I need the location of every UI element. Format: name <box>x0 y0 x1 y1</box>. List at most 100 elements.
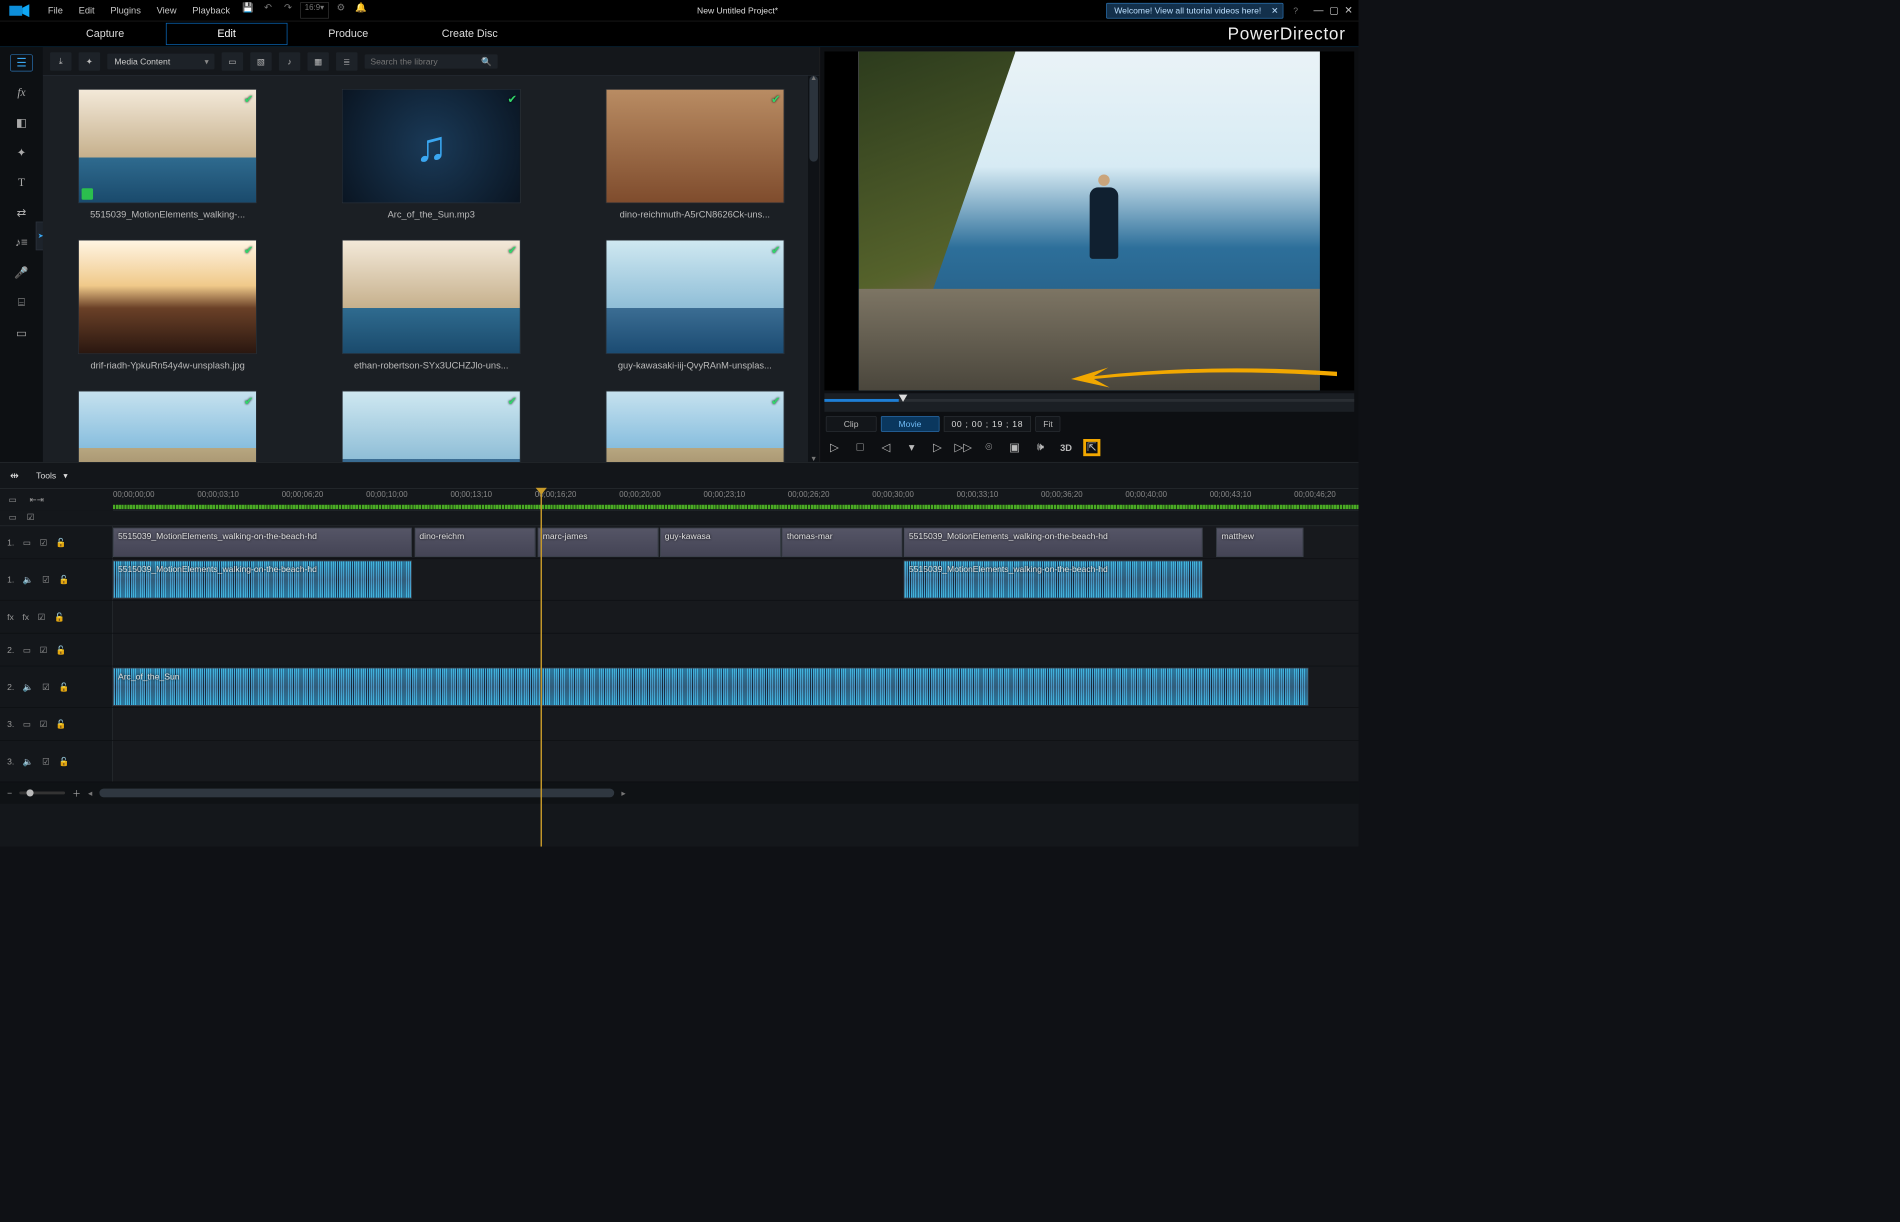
close-icon[interactable]: ✕ <box>1271 5 1278 15</box>
library-item[interactable]: ✔ <box>316 390 545 461</box>
transition-room-icon[interactable]: ⇄ <box>10 204 33 221</box>
menu-view[interactable]: View <box>151 2 182 18</box>
track-header[interactable]: 1.▭☑🔓 <box>0 526 113 558</box>
grid-view-icon[interactable]: ▦ <box>307 52 328 71</box>
menu-edit[interactable]: Edit <box>73 2 100 18</box>
global-view-icon[interactable]: ▭ <box>9 512 17 524</box>
track-enable-icon[interactable]: ☑ <box>42 756 50 766</box>
timeline-ruler[interactable]: ▭ ⇤⇥ 00;00;00;0000;00;03;1000;00;06;2000… <box>0 489 1359 510</box>
timeline-clip[interactable]: dino-reichm <box>414 528 535 557</box>
mode-create-disc[interactable]: Create Disc <box>409 24 531 45</box>
help-icon[interactable]: ? <box>1288 5 1304 15</box>
track-enable-icon[interactable]: ☑ <box>42 575 50 585</box>
track-lane[interactable]: Arc_of_the_Sun <box>113 666 1359 707</box>
aspect-icon[interactable]: 16:9▾ <box>300 2 329 18</box>
import-media-icon[interactable]: ⤓ <box>50 52 71 71</box>
timeline-clip[interactable]: 5515039_MotionElements_walking-on-the-be… <box>904 561 1203 599</box>
title-room-icon[interactable]: T <box>10 174 33 191</box>
zoom-slider[interactable] <box>19 792 65 795</box>
track-lock-icon[interactable]: 🔓 <box>56 645 67 655</box>
preview-mode-movie[interactable]: Movie <box>881 416 940 432</box>
track-lock-icon[interactable]: 🔓 <box>58 756 69 766</box>
maximize-icon[interactable]: ▢ <box>1329 4 1338 16</box>
track-lane[interactable]: 5515039_MotionElements_walking-on-the-be… <box>113 526 1359 558</box>
volume-icon[interactable]: 🕪 <box>1032 439 1049 456</box>
global-check-icon[interactable]: ☑ <box>27 512 35 524</box>
timeline-clip[interactable]: 5515039_MotionElements_walking-on-the-be… <box>904 528 1203 557</box>
track-lane[interactable] <box>113 708 1359 740</box>
library-item[interactable]: ✔dino-reichmuth-A5rCN8626Ck-uns... <box>580 89 809 220</box>
prev-frame-icon[interactable]: ◁ <box>877 439 894 456</box>
track-lane[interactable] <box>113 633 1359 665</box>
timeline-clip[interactable]: marc-james <box>538 528 659 557</box>
settings-icon[interactable]: ⚙ <box>333 2 349 18</box>
filter-image-icon[interactable]: ▧ <box>250 52 271 71</box>
track-lane[interactable] <box>113 741 1359 782</box>
set-range-icon[interactable]: ▾ <box>903 439 920 456</box>
hscroll-right-icon[interactable]: ▸ <box>621 788 625 798</box>
hscroll-left-icon[interactable]: ◂ <box>88 788 92 798</box>
preview-mode-clip[interactable]: Clip <box>826 416 877 432</box>
marker-strip[interactable] <box>113 505 1359 509</box>
timeline-hscroll[interactable] <box>99 789 614 798</box>
scroll-up-icon[interactable]: ▲ <box>808 74 819 82</box>
undock-preview-icon[interactable]: ⇱ <box>1083 439 1100 456</box>
scroll-down-icon[interactable]: ▼ <box>808 455 819 463</box>
track-lock-icon[interactable]: 🔓 <box>56 537 67 547</box>
menu-plugins[interactable]: Plugins <box>105 2 147 18</box>
timeline-clip[interactable]: guy-kawasa <box>660 528 781 557</box>
track-lock-icon[interactable]: 🔓 <box>56 719 67 729</box>
timeline-clip[interactable]: 5515039_MotionElements_walking-on-the-be… <box>113 528 412 557</box>
library-filter-dropdown[interactable]: Media Content <box>107 53 214 69</box>
track-enable-icon[interactable]: ☑ <box>40 645 48 655</box>
preview-scrubber[interactable] <box>824 393 1354 412</box>
undo-icon[interactable]: ↶ <box>260 2 276 18</box>
timeline-clip[interactable]: Arc_of_the_Sun <box>113 668 1309 706</box>
track-header[interactable]: fxfx☑🔓 <box>0 601 113 633</box>
chapter-room-icon[interactable]: ⌸ <box>10 295 33 312</box>
library-item[interactable]: ✔5515039_MotionElements_walking-... <box>53 89 282 220</box>
track-header[interactable]: 1.🔈☑🔓 <box>0 559 113 600</box>
voice-room-icon[interactable]: 🎤 <box>10 265 33 282</box>
track-enable-icon[interactable]: ☑ <box>38 612 46 622</box>
save-icon[interactable]: 💾 <box>240 2 256 18</box>
tools-dropdown[interactable]: Tools ▾ <box>36 470 67 480</box>
ruler-toggle-a-icon[interactable]: ▭ <box>9 495 17 505</box>
fast-forward-icon[interactable]: ▷▷ <box>955 439 972 456</box>
plugins-icon[interactable]: ✦ <box>79 52 100 71</box>
pip-room-icon[interactable]: ◧ <box>10 114 33 131</box>
media-room-icon[interactable]: ☰ <box>10 54 33 71</box>
ruler-toggle-b-icon[interactable]: ⇤⇥ <box>30 495 44 505</box>
redo-icon[interactable]: ↷ <box>280 2 296 18</box>
timeline-playhead[interactable] <box>541 489 542 847</box>
track-lane[interactable] <box>113 601 1359 633</box>
mode-edit[interactable]: Edit <box>166 23 288 45</box>
preview-timecode[interactable]: 00 ; 00 ; 19 ; 18 <box>944 416 1032 432</box>
track-header[interactable]: 3.▭☑🔓 <box>0 708 113 740</box>
zoom-in-icon[interactable]: ＋ <box>72 787 81 799</box>
subtitle-room-icon[interactable]: ▭ <box>10 325 33 342</box>
track-header[interactable]: 3.🔈☑🔓 <box>0 741 113 782</box>
welcome-banner[interactable]: Welcome! View all tutorial videos here! … <box>1106 3 1283 19</box>
library-item[interactable]: ✔drif-riadh-YpkuRn54y4w-unsplash.jpg <box>53 240 282 371</box>
library-item[interactable]: ✔guy-kawasaki-iij-QvyRAnM-unsplas... <box>580 240 809 371</box>
library-item[interactable]: ✔ <box>580 390 809 461</box>
split-icon[interactable]: ⇹ <box>10 469 19 482</box>
timeline-clip[interactable]: matthew <box>1217 528 1304 557</box>
snapshot-icon[interactable]: ⌾ <box>980 439 997 456</box>
track-header[interactable]: 2.▭☑🔓 <box>0 633 113 665</box>
track-lane[interactable]: 5515039_MotionElements_walking-on-the-be… <box>113 559 1359 600</box>
track-enable-icon[interactable]: ☑ <box>40 719 48 729</box>
audio-mix-room-icon[interactable]: ♪≡ <box>10 235 33 252</box>
menu-file[interactable]: File <box>42 2 68 18</box>
library-item[interactable]: ✔ <box>53 390 282 461</box>
library-scrollbar[interactable]: ▲ ▼ <box>808 76 819 462</box>
fx-room-icon[interactable]: fx <box>10 84 33 101</box>
preview-3d-toggle[interactable]: 3D <box>1057 439 1074 456</box>
filter-video-icon[interactable]: ▭ <box>222 52 243 71</box>
window-close-icon[interactable]: ✕ <box>1344 4 1352 16</box>
play-icon[interactable]: ▷ <box>826 439 843 456</box>
minimize-icon[interactable]: — <box>1313 4 1323 16</box>
library-search[interactable]: 🔍 <box>365 54 498 68</box>
notifications-icon[interactable]: 🔔 <box>353 2 369 18</box>
